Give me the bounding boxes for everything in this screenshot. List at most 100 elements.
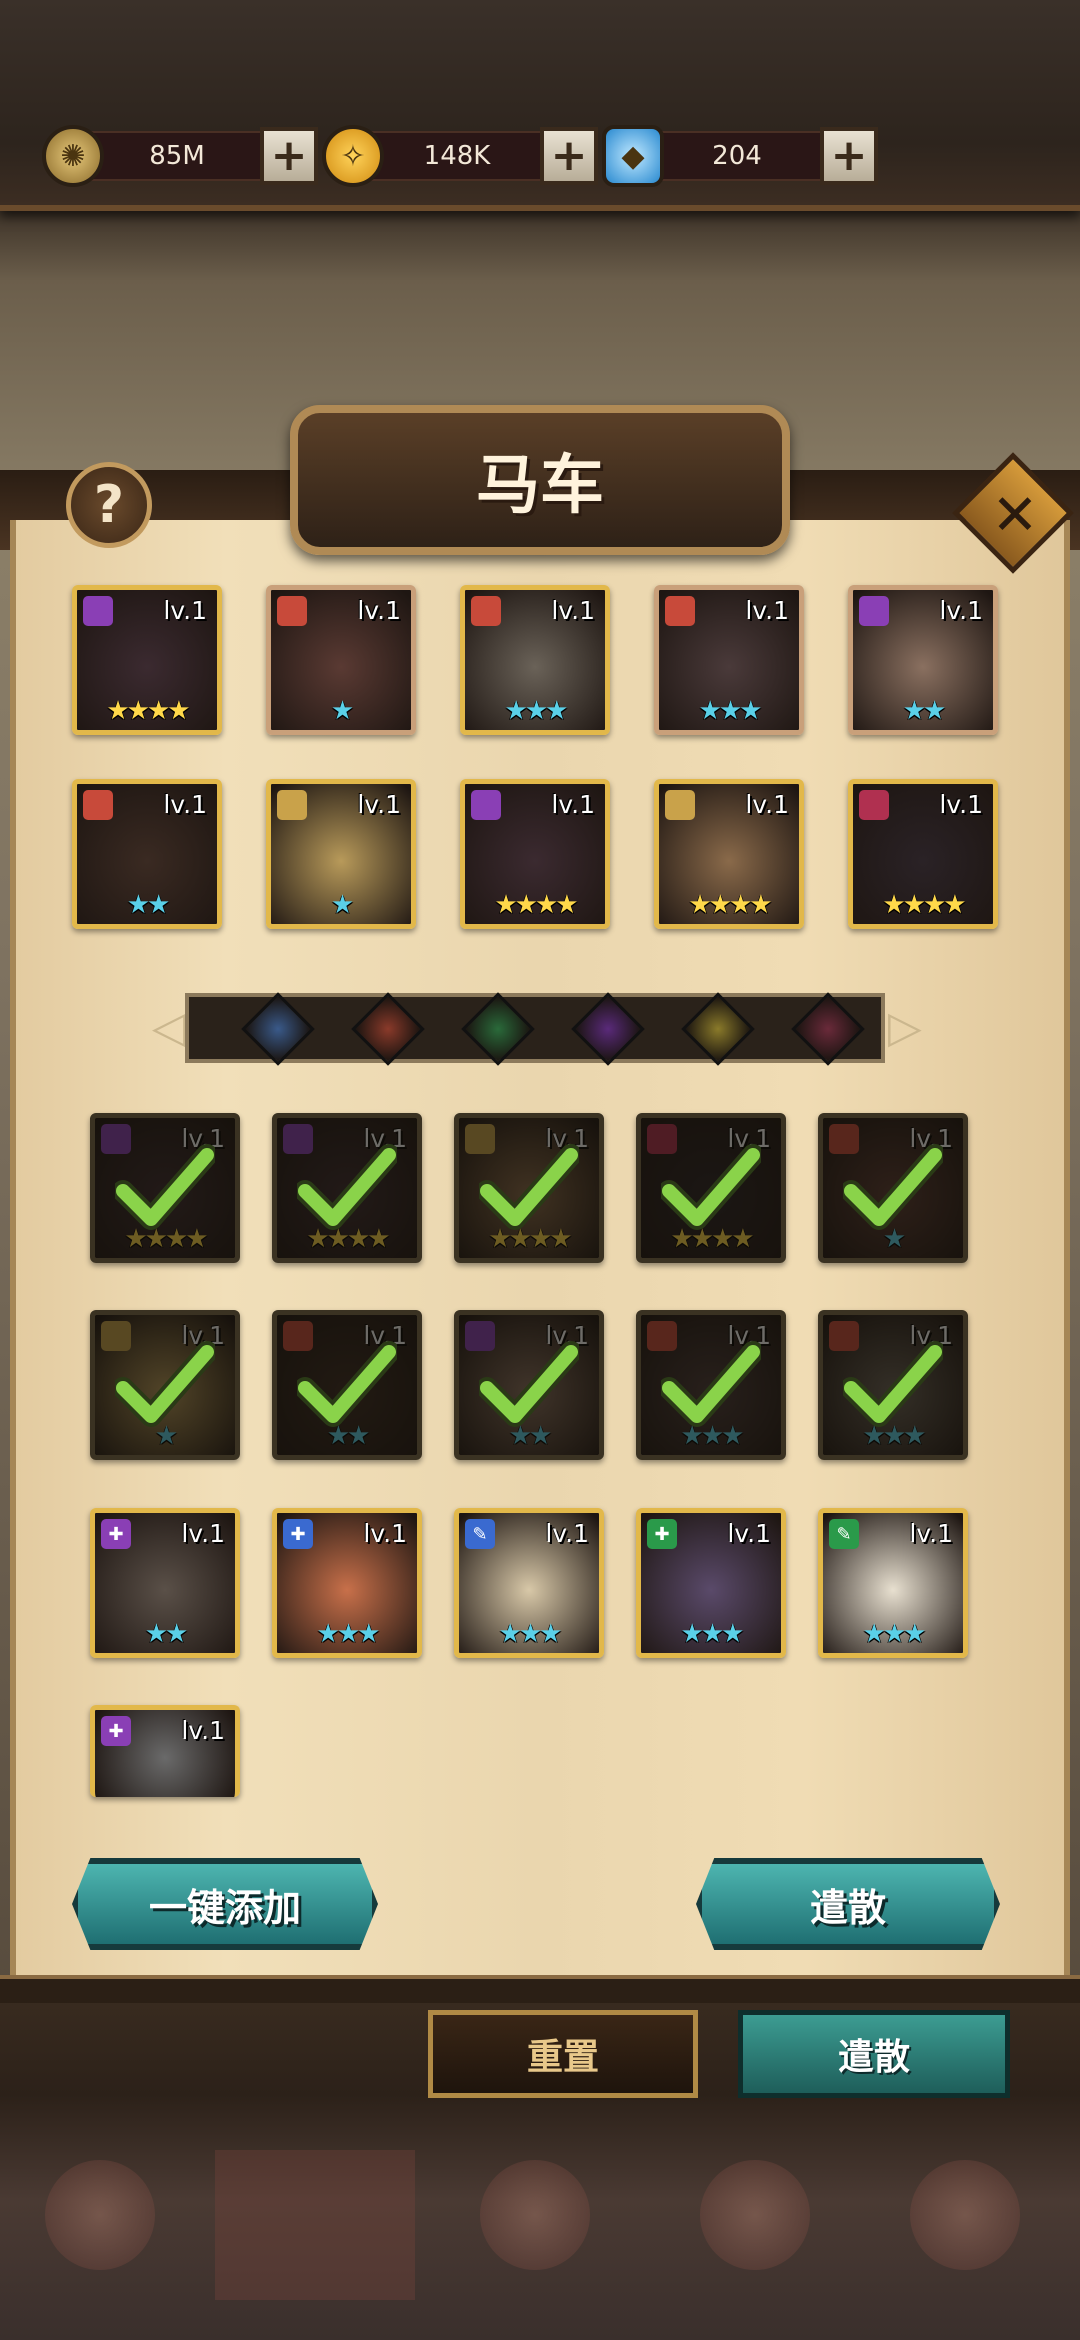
element-badge-icon — [471, 790, 501, 820]
panel-title: 马车 — [476, 449, 604, 523]
checkmark-icon — [641, 1315, 781, 1455]
hero-stars: ★★★★ — [106, 696, 190, 726]
element-badge-icon: ✚ — [283, 1519, 313, 1549]
hero-stars: ★★★ — [862, 1619, 927, 1649]
gold-coin-icon: ✺ — [42, 125, 104, 187]
hero-level: lv.1 — [939, 596, 983, 625]
element-badge-icon — [665, 790, 695, 820]
hero-level: lv.1 — [163, 790, 207, 819]
hero-level: lv.1 — [163, 596, 207, 625]
element-badge-icon — [859, 596, 889, 626]
diamond-icon: ◆ — [602, 125, 664, 187]
element-badge-icon: ✚ — [101, 1519, 131, 1549]
hero-card[interactable]: ✎ lv.1 ★★★ — [454, 1508, 604, 1658]
nav-icon-4[interactable] — [700, 2160, 810, 2270]
element-badge-icon — [277, 596, 307, 626]
add-soul-button[interactable]: + — [540, 127, 598, 185]
element-badge-icon: ✚ — [647, 1519, 677, 1549]
hero-stars: ★★★★ — [882, 890, 966, 920]
nav-tab-active[interactable] — [215, 2150, 415, 2300]
hero-card[interactable]: lv.1 ★ — [266, 779, 416, 929]
element-badge-icon: ✎ — [829, 1519, 859, 1549]
element-badge-icon — [471, 596, 501, 626]
checkmark-icon — [277, 1118, 417, 1258]
selected-hero-card[interactable]: lv.1★★★★ — [272, 1113, 422, 1263]
element-badge-icon: ✎ — [465, 1519, 495, 1549]
selected-hero-card[interactable]: lv.1★ — [818, 1113, 968, 1263]
hero-card[interactable]: lv.1 ★★★★ — [460, 779, 610, 929]
hero-card[interactable]: ✚ lv.1 ★★★ — [272, 1508, 422, 1658]
filter-right-arrow-icon[interactable]: ▷ — [888, 1002, 922, 1053]
close-icon[interactable]: ✕ — [985, 483, 1045, 548]
nav-icon-1[interactable] — [45, 2160, 155, 2270]
hero-stars: ★★ — [126, 890, 171, 920]
selected-hero-card[interactable]: lv.1★★★★ — [636, 1113, 786, 1263]
hero-card[interactable]: lv.1 ★★★ — [460, 585, 610, 735]
nav-icon-5[interactable] — [910, 2160, 1020, 2270]
panel-bottom-frame — [0, 1975, 1080, 2003]
hero-card[interactable]: lv.1 ★ — [266, 585, 416, 735]
hero-stars: ★ — [330, 696, 354, 726]
selected-hero-card[interactable]: lv.1★★★ — [818, 1310, 968, 1460]
selected-hero-card[interactable]: lv.1★★★ — [636, 1310, 786, 1460]
soul-value: 148K — [370, 131, 544, 181]
selected-hero-card[interactable]: lv.1★★★★ — [454, 1113, 604, 1263]
checkmark-icon — [459, 1315, 599, 1455]
checkmark-icon — [95, 1118, 235, 1258]
hero-card[interactable]: lv.1 ★★ — [72, 779, 222, 929]
auto-add-button[interactable]: 一键添加 — [72, 1858, 378, 1950]
hero-level: lv.1 — [727, 1519, 771, 1548]
checkmark-icon — [277, 1315, 417, 1455]
hero-stars: ★★ — [144, 1619, 189, 1649]
hero-card[interactable]: lv.1 ★★★ — [654, 585, 804, 735]
hero-level: lv.1 — [545, 1519, 589, 1548]
nav-icon-3[interactable] — [480, 2160, 590, 2270]
hero-card[interactable]: ✚ lv.1 ★★ — [90, 1508, 240, 1658]
hero-card[interactable]: ✚ lv.1 ★★★ — [636, 1508, 786, 1658]
hero-level: lv.1 — [745, 790, 789, 819]
selected-hero-card[interactable]: lv.1★★ — [454, 1310, 604, 1460]
hero-stars: ★★★ — [316, 1619, 381, 1649]
hero-level: lv.1 — [909, 1519, 953, 1548]
checkmark-icon — [823, 1118, 963, 1258]
hero-level: lv.1 — [363, 1519, 407, 1548]
selected-hero-card[interactable]: lv.1★ — [90, 1310, 240, 1460]
hero-card[interactable]: lv.1 ★★★★ — [654, 779, 804, 929]
element-badge-icon: ✚ — [101, 1716, 131, 1746]
hero-stars: ★★★ — [680, 1619, 745, 1649]
selected-hero-card[interactable]: lv.1★★★★ — [90, 1113, 240, 1263]
hero-level: lv.1 — [181, 1519, 225, 1548]
hero-card[interactable]: lv.1 ★★★★ — [848, 779, 998, 929]
hero-stars: ★★★ — [504, 696, 569, 726]
hero-level: lv.1 — [181, 1716, 225, 1745]
element-badge-icon — [83, 596, 113, 626]
element-badge-icon — [277, 790, 307, 820]
element-badge-icon — [859, 790, 889, 820]
hero-stars: ★★ — [902, 696, 947, 726]
hero-stars: ★ — [330, 890, 354, 920]
add-diamond-button[interactable]: + — [820, 127, 878, 185]
soul-resource: ✧ 148K + — [322, 122, 598, 190]
hero-level: lv.1 — [357, 790, 401, 819]
hero-level: lv.1 — [745, 596, 789, 625]
add-gold-button[interactable]: + — [260, 127, 318, 185]
selected-hero-card[interactable]: lv.1★★ — [272, 1310, 422, 1460]
hero-card[interactable]: ✚ lv.1 — [90, 1705, 240, 1797]
dismiss-button[interactable]: 遣散 — [696, 1858, 1000, 1950]
checkmark-icon — [823, 1315, 963, 1455]
help-button[interactable]: ? — [66, 462, 152, 548]
hero-card[interactable]: lv.1 ★★★★ — [72, 585, 222, 735]
filter-left-arrow-icon[interactable]: ◁ — [152, 1002, 186, 1053]
reset-button[interactable]: 重置 — [428, 2010, 698, 2098]
hero-level: lv.1 — [551, 790, 595, 819]
diamond-value: 204 — [650, 131, 824, 181]
panel-title-plate: 马车 — [290, 405, 790, 555]
soul-orb-icon: ✧ — [322, 125, 384, 187]
hero-level: lv.1 — [551, 596, 595, 625]
dismiss-tab-button[interactable]: 遣散 — [738, 2010, 1010, 2098]
hero-card[interactable]: ✎ lv.1 ★★★ — [818, 1508, 968, 1658]
hero-stars: ★★★ — [698, 696, 763, 726]
element-badge-icon — [665, 596, 695, 626]
hero-stars: ★★★ — [498, 1619, 563, 1649]
hero-card[interactable]: lv.1 ★★ — [848, 585, 998, 735]
